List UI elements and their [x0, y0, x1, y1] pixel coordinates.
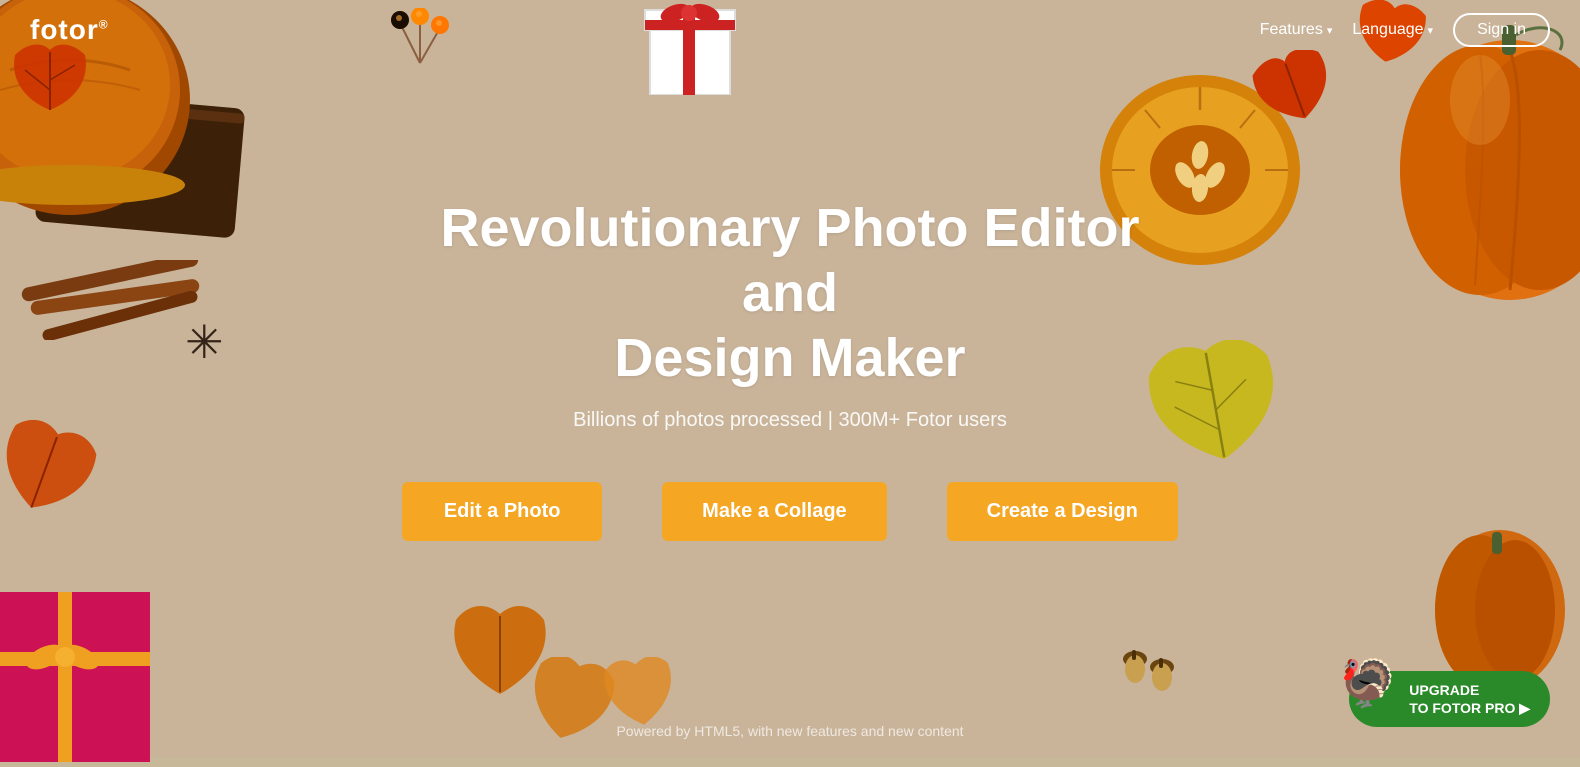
- upgrade-text: UPGRADE TO FOTOR PRO ▶: [1409, 681, 1530, 717]
- navbar: fotor® Features ▾ Language ▾ Sign in: [0, 0, 1580, 60]
- language-menu[interactable]: Language ▾: [1352, 21, 1433, 39]
- turkey-mascot-icon: 🦃: [1339, 656, 1396, 711]
- footer-text: Powered by HTML5, with new features and …: [616, 723, 963, 739]
- hero-title-line1: Revolutionary Photo Editor and: [440, 198, 1139, 323]
- language-chevron-icon: ▾: [1428, 24, 1434, 37]
- language-label: Language: [1352, 21, 1423, 39]
- hero-buttons: Edit a Photo Make a Collage Create a Des…: [402, 482, 1178, 541]
- nav-right: Features ▾ Language ▾ Sign in: [1260, 13, 1550, 47]
- edit-photo-button[interactable]: Edit a Photo: [402, 482, 602, 541]
- make-collage-button[interactable]: Make a Collage: [662, 482, 887, 541]
- logo-sup: ®: [99, 18, 109, 32]
- features-label: Features: [1260, 21, 1323, 39]
- hero-title: Revolutionary Photo Editor and Design Ma…: [390, 196, 1190, 390]
- signin-label: Sign in: [1477, 21, 1526, 38]
- upgrade-line1: UPGRADE: [1409, 681, 1530, 699]
- create-design-button[interactable]: Create a Design: [947, 482, 1178, 541]
- hero-subtitle: Billions of photos processed | 300M+ Fot…: [573, 409, 1007, 432]
- hero-title-line2: Design Maker: [614, 328, 965, 388]
- logo-text: fotor: [30, 14, 99, 45]
- logo[interactable]: fotor®: [30, 14, 109, 46]
- upgrade-line2: TO FOTOR PRO ▶: [1409, 699, 1530, 717]
- features-chevron-icon: ▾: [1327, 24, 1333, 37]
- upgrade-button[interactable]: 🦃 UPGRADE TO FOTOR PRO ▶: [1349, 671, 1550, 727]
- features-menu[interactable]: Features ▾: [1260, 21, 1333, 39]
- signin-button[interactable]: Sign in: [1453, 13, 1550, 47]
- hero-section: Revolutionary Photo Editor and Design Ma…: [0, 0, 1580, 757]
